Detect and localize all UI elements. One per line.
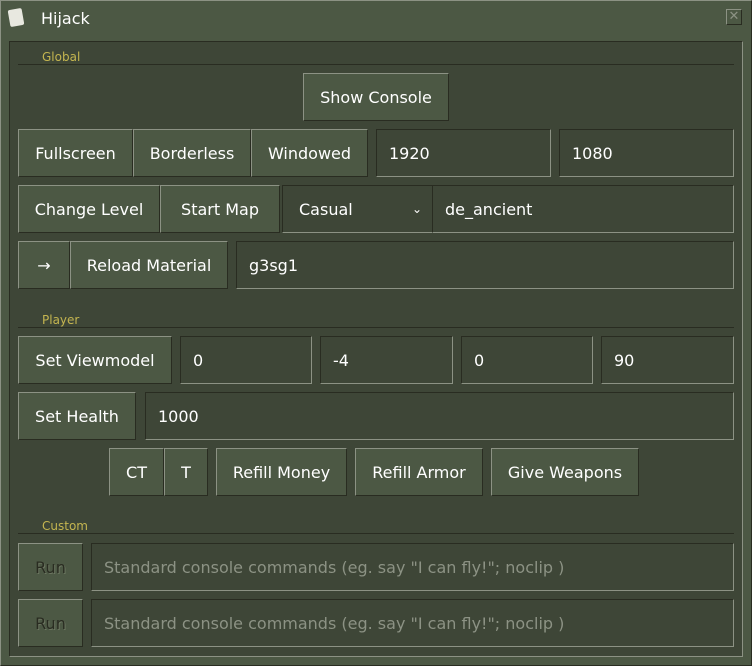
viewmodel-fov-input[interactable]: 90: [601, 336, 734, 384]
start-map-button[interactable]: Start Map: [160, 185, 280, 233]
health-input[interactable]: 1000: [145, 392, 734, 440]
section-custom-label: Custom: [42, 519, 88, 533]
reload-material-button[interactable]: Reload Material: [70, 241, 228, 289]
custom-command-input[interactable]: Standard console commands (eg. say "I ca…: [91, 543, 734, 591]
divider: [18, 533, 734, 534]
show-console-button[interactable]: Show Console: [303, 73, 449, 121]
chevron-down-icon: ⌄: [411, 202, 422, 216]
viewmodel-y-input[interactable]: -4: [320, 336, 453, 384]
height-input[interactable]: 1080: [559, 129, 734, 177]
ct-button[interactable]: CT: [109, 448, 164, 496]
fullscreen-button[interactable]: Fullscreen: [18, 129, 133, 177]
borderless-button[interactable]: Borderless: [133, 129, 251, 177]
game-mode-value: Casual: [299, 199, 353, 219]
t-button[interactable]: T: [164, 448, 208, 496]
divider: [18, 64, 734, 65]
run-button[interactable]: Run: [18, 599, 83, 647]
custom-command-input[interactable]: Standard console commands (eg. say "I ca…: [91, 599, 734, 647]
section-global-label: Global: [42, 50, 81, 64]
width-input[interactable]: 1920: [376, 129, 551, 177]
close-icon: ✕: [728, 9, 740, 24]
viewmodel-x-input[interactable]: 0: [180, 336, 312, 384]
section-player-label: Player: [42, 313, 80, 327]
refill-armor-button[interactable]: Refill Armor: [355, 448, 483, 496]
windowed-button[interactable]: Windowed: [251, 129, 368, 177]
arrow-button[interactable]: →: [18, 241, 70, 289]
run-button[interactable]: Run: [18, 543, 83, 591]
close-button[interactable]: ✕: [726, 9, 742, 25]
give-weapons-button[interactable]: Give Weapons: [491, 448, 639, 496]
window-title: Hijack: [41, 9, 90, 28]
viewmodel-z-input[interactable]: 0: [461, 336, 593, 384]
change-level-button[interactable]: Change Level: [18, 185, 160, 233]
set-viewmodel-button[interactable]: Set Viewmodel: [18, 336, 172, 384]
game-mode-select[interactable]: Casual ⌄: [282, 185, 433, 233]
document-icon: [7, 7, 25, 28]
material-input[interactable]: g3sg1: [236, 241, 734, 289]
divider: [18, 327, 734, 328]
map-input[interactable]: de_ancient: [432, 185, 734, 233]
set-health-button[interactable]: Set Health: [18, 392, 136, 440]
refill-money-button[interactable]: Refill Money: [216, 448, 347, 496]
